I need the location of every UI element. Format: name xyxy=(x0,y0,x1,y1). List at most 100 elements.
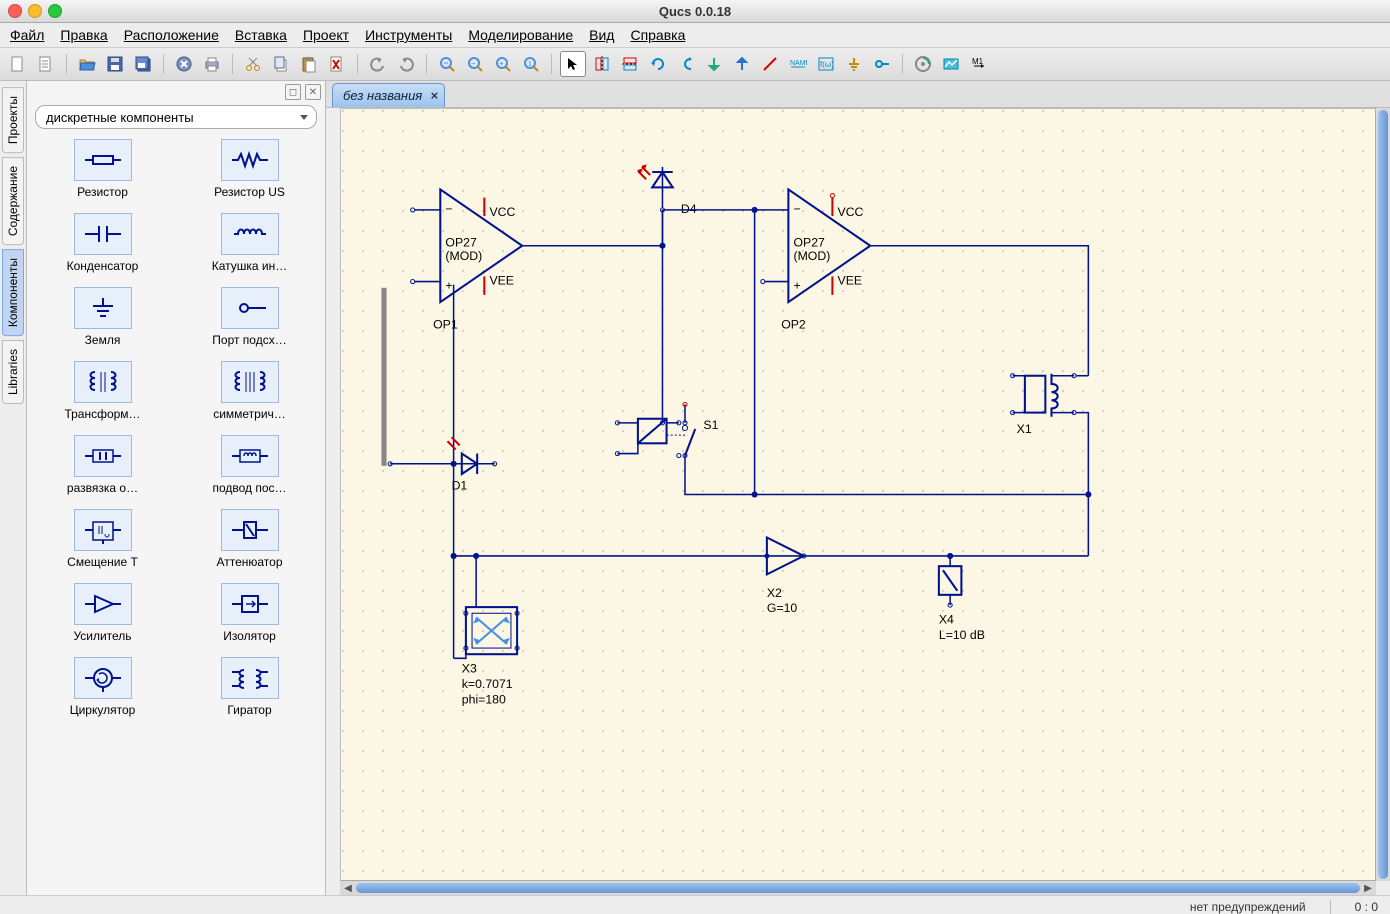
component-item-dcblock[interactable]: развязка о… xyxy=(33,435,172,495)
zoom-fit-icon[interactable] xyxy=(435,52,459,76)
component-label: Катушка ин… xyxy=(212,259,288,273)
titlebar: Qucs 0.0.18 xyxy=(0,0,1390,23)
component-label: Изолятор xyxy=(223,629,276,643)
equation-icon[interactable]: f(ω) xyxy=(814,52,838,76)
close-panel-icon[interactable]: ✕ xyxy=(305,84,321,100)
resistor-icon xyxy=(74,139,132,181)
menubar: Файл Правка Расположение Вставка Проект … xyxy=(0,23,1390,48)
menu-help[interactable]: Справка xyxy=(630,27,685,43)
x4-name: X4 xyxy=(939,612,954,626)
side-tabs: Проекты Содержание Компоненты Libraries xyxy=(0,81,27,895)
component-item-capacitor[interactable]: Конденсатор xyxy=(33,213,172,273)
tab-projects[interactable]: Проекты xyxy=(2,87,24,153)
doc-tab-untitled[interactable]: без названия × xyxy=(332,83,445,107)
tab-libraries[interactable]: Libraries xyxy=(2,340,24,404)
copy-icon[interactable] xyxy=(269,52,293,76)
tab-components[interactable]: Компоненты xyxy=(2,249,24,336)
print-icon[interactable] xyxy=(200,52,224,76)
x3-p2: phi=180 xyxy=(462,692,506,706)
save-icon[interactable] xyxy=(103,52,127,76)
close-tab-icon[interactable]: × xyxy=(431,88,439,103)
component-label: подвод пос… xyxy=(212,481,286,495)
document-tabs: без названия × xyxy=(326,81,1390,108)
show-results-icon[interactable] xyxy=(939,52,963,76)
circulator-icon xyxy=(74,657,132,699)
marker-icon[interactable]: M1 xyxy=(967,52,991,76)
op2-model1: OP27 xyxy=(794,236,826,250)
insert-gnd-up-icon[interactable] xyxy=(730,52,754,76)
simulate-icon[interactable] xyxy=(911,52,935,76)
horizontal-scrollbar[interactable]: ◀ ▶ xyxy=(340,880,1376,895)
menu-layout[interactable]: Расположение xyxy=(124,27,219,43)
zoom-out-icon[interactable]: − xyxy=(463,52,487,76)
component-label: развязка о… xyxy=(67,481,138,495)
resistor-us-icon xyxy=(221,139,279,181)
gyrator-icon xyxy=(221,657,279,699)
component-item-resistor[interactable]: Резистор xyxy=(33,139,172,199)
open-icon[interactable] xyxy=(75,52,99,76)
component-item-biastee[interactable]: Смещение Т xyxy=(33,509,172,569)
toolbar: − + 1 NAME f(ω) M1 xyxy=(0,48,1390,81)
s1-name: S1 xyxy=(703,418,718,432)
redo-icon[interactable] xyxy=(394,52,418,76)
menu-insert[interactable]: Вставка xyxy=(235,27,287,43)
doc-tab-label: без названия xyxy=(343,88,422,103)
component-item-amplifier[interactable]: Усилитель xyxy=(33,583,172,643)
schematic-svg: VCC VEE OP27 (MOD) − + OP1 xyxy=(341,109,1375,880)
mirror-v-icon[interactable] xyxy=(590,52,614,76)
component-category-combo[interactable]: дискретные компоненты xyxy=(35,105,317,129)
component-item-isolator[interactable]: Изолятор xyxy=(180,583,319,643)
component-item-inductor[interactable]: Катушка ин… xyxy=(180,213,319,273)
select-icon[interactable] xyxy=(560,51,586,77)
deactivate-icon[interactable] xyxy=(674,52,698,76)
wire-label-icon[interactable]: NAME xyxy=(786,52,810,76)
delete-icon[interactable] xyxy=(325,52,349,76)
paste-icon[interactable] xyxy=(297,52,321,76)
component-item-circulator[interactable]: Циркулятор xyxy=(33,657,172,717)
save-all-icon[interactable] xyxy=(131,52,155,76)
menu-tools[interactable]: Инструменты xyxy=(365,27,452,43)
wire-icon[interactable] xyxy=(758,52,782,76)
inductor-icon xyxy=(221,213,279,255)
x2-p1: G=10 xyxy=(767,601,798,615)
mirror-h-icon[interactable] xyxy=(618,52,642,76)
new-icon[interactable] xyxy=(6,52,30,76)
menu-project[interactable]: Проект xyxy=(303,27,349,43)
menu-file[interactable]: Файл xyxy=(10,27,44,43)
menu-view[interactable]: Вид xyxy=(589,27,614,43)
zoom-in-icon[interactable]: + xyxy=(491,52,515,76)
op1-vee: VEE xyxy=(489,274,514,288)
x1-symbol xyxy=(1013,374,1074,417)
new-text-icon[interactable] xyxy=(34,52,58,76)
op2-vcc: VCC xyxy=(838,205,864,219)
rotate-icon[interactable] xyxy=(646,52,670,76)
component-item-transformer[interactable]: Трансформ… xyxy=(33,361,172,421)
svg-text:f(ω): f(ω) xyxy=(820,60,834,69)
component-item-transformer2[interactable]: симметрич… xyxy=(180,361,319,421)
component-item-resistor-us[interactable]: Резистор US xyxy=(180,139,319,199)
menu-simulation[interactable]: Моделирование xyxy=(468,27,573,43)
component-grid: РезисторРезистор USКонденсатор Катушка ин… xyxy=(27,135,325,895)
tab-contents[interactable]: Содержание xyxy=(2,157,24,245)
x3-symbol xyxy=(466,607,517,654)
close-icon[interactable] xyxy=(172,52,196,76)
vertical-scrollbar[interactable] xyxy=(1375,108,1390,881)
insert-gnd-down-icon[interactable] xyxy=(702,52,726,76)
schematic-canvas[interactable]: VCC VEE OP27 (MOD) − + OP1 xyxy=(340,108,1376,881)
port-icon[interactable] xyxy=(870,52,894,76)
undo-icon[interactable] xyxy=(366,52,390,76)
component-item-gyrator[interactable]: Гиратор xyxy=(180,657,319,717)
dock-icon[interactable]: ◻ xyxy=(285,84,301,100)
menu-edit[interactable]: Правка xyxy=(60,27,107,43)
components-panel: ◻ ✕ дискретные компоненты РезисторРезист… xyxy=(27,81,326,895)
x1-name: X1 xyxy=(1017,422,1032,436)
statusbar: нет предупреждений 0 : 0 xyxy=(0,895,1390,914)
ground-icon[interactable] xyxy=(842,52,866,76)
component-item-attenuator[interactable]: Аттенюатор xyxy=(180,509,319,569)
component-item-dcfeed[interactable]: подвод пос… xyxy=(180,435,319,495)
cut-icon[interactable] xyxy=(241,52,265,76)
component-item-ground[interactable]: Земля xyxy=(33,287,172,347)
zoom-1-icon[interactable]: 1 xyxy=(519,52,543,76)
op2-vee: VEE xyxy=(838,274,863,288)
component-item-port[interactable]: Порт подсх… xyxy=(180,287,319,347)
